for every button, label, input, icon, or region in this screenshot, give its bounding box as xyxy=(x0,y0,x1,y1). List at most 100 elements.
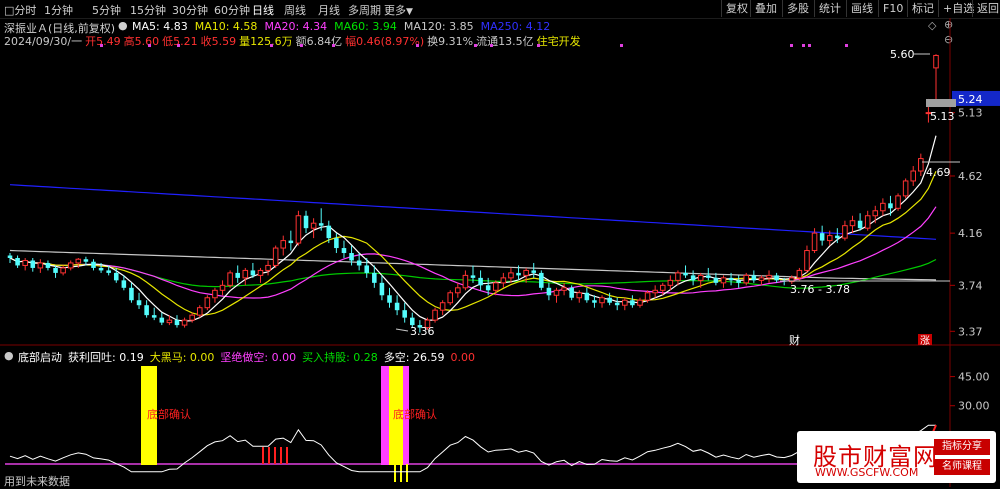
candle-body xyxy=(880,202,886,212)
candle-body xyxy=(811,232,818,252)
candle-body xyxy=(53,267,58,273)
candle-body xyxy=(219,284,226,291)
candle-body xyxy=(644,292,651,301)
red-signal-bar xyxy=(268,447,270,464)
candle-body xyxy=(872,210,879,217)
candle-body xyxy=(7,255,13,258)
candle-body xyxy=(318,223,324,226)
candle-body xyxy=(697,274,704,281)
candle-body xyxy=(432,309,438,321)
candle-body xyxy=(144,305,149,316)
candle-body xyxy=(30,260,36,268)
kline-chart[interactable]: 5.13 4.62 4.16 3.74 3.37 5.24 5.60 5.13 4.69 3.76… xyxy=(0,0,1000,487)
candle-body xyxy=(341,248,347,254)
candle-body xyxy=(888,203,893,209)
candle-body xyxy=(819,233,825,241)
candle-body xyxy=(485,285,491,291)
event-dot xyxy=(474,44,477,47)
candle-body xyxy=(280,240,287,249)
candle-body xyxy=(235,272,240,278)
candle-body xyxy=(902,180,909,197)
annotation-level: 4.69 xyxy=(926,166,951,179)
candle-body xyxy=(683,272,688,276)
candle-body xyxy=(129,287,134,301)
candle-body xyxy=(402,310,407,318)
candle-body xyxy=(736,280,741,283)
event-dot xyxy=(808,44,811,47)
candle-body xyxy=(204,297,211,309)
event-dot xyxy=(845,44,848,47)
candle-body xyxy=(864,215,871,229)
candle-body xyxy=(310,222,317,229)
candle-body xyxy=(272,247,279,266)
candle-body xyxy=(690,275,696,281)
candle-body xyxy=(174,320,180,326)
candle-body xyxy=(637,299,643,306)
candle-body xyxy=(796,269,803,279)
annotation-low: 3.36 xyxy=(410,325,435,338)
candle-body xyxy=(849,220,856,227)
candle-body xyxy=(523,269,529,276)
candle-body xyxy=(584,292,590,301)
finance-marker: 财 xyxy=(789,333,800,347)
limit-up-marker: 涨 xyxy=(920,335,930,347)
y-tick-label: 3.74 xyxy=(958,279,983,292)
candle-body xyxy=(706,275,711,278)
yellow-signal-bar xyxy=(400,464,402,482)
candle-body xyxy=(500,277,507,284)
candle-body xyxy=(15,257,20,266)
candle-body xyxy=(539,272,544,288)
candle-body xyxy=(257,269,264,276)
candle-body xyxy=(659,284,666,291)
candle-body xyxy=(895,195,901,209)
candle-body xyxy=(607,297,612,303)
candle-body xyxy=(720,277,727,284)
candle-body xyxy=(774,275,779,281)
event-dot xyxy=(802,44,805,47)
candle-body xyxy=(37,262,44,269)
price-tag-label: 5.24 xyxy=(958,93,983,106)
candle-body xyxy=(334,238,339,249)
candle-body xyxy=(857,220,863,229)
candle-body xyxy=(553,289,560,296)
candle-body xyxy=(372,272,377,283)
candle-body xyxy=(561,287,567,291)
candle-body xyxy=(516,272,521,276)
candle-body xyxy=(159,317,165,323)
candle-body xyxy=(630,300,635,306)
annotation-gap: 5.13 xyxy=(930,110,955,123)
candle-body xyxy=(622,299,628,306)
annotation-low-pointer xyxy=(395,328,409,332)
candle-body xyxy=(462,274,469,289)
candle-body xyxy=(455,287,461,294)
annotation-support: 3.76 - 3.78 xyxy=(790,283,850,296)
candle-body xyxy=(295,215,302,244)
candle-body xyxy=(67,262,74,269)
candle-body xyxy=(106,270,111,273)
candle-body xyxy=(227,272,233,286)
event-dot xyxy=(177,44,180,47)
signal-label-2: 底部确认 xyxy=(393,407,437,421)
y-tick-label: 4.62 xyxy=(958,170,983,183)
candle-body xyxy=(751,275,757,281)
red-signal-bar xyxy=(262,447,264,464)
candle-body xyxy=(842,225,848,239)
candle-body xyxy=(546,287,552,296)
candle-body xyxy=(121,280,127,288)
signal-label-1: 底部确认 xyxy=(147,407,191,421)
red-signal-bar xyxy=(274,447,276,464)
candle-body xyxy=(83,259,89,262)
gap-marker xyxy=(926,99,956,107)
candle-body xyxy=(151,315,157,318)
candle-body xyxy=(492,282,499,291)
event-dot xyxy=(620,44,623,47)
candle-body xyxy=(113,272,119,281)
y-tick-label: 5.13 xyxy=(958,107,983,120)
candle-body xyxy=(410,317,415,326)
candle-body xyxy=(766,274,772,279)
candle-body xyxy=(569,287,574,298)
candle-body xyxy=(22,259,28,266)
event-dot xyxy=(416,44,419,47)
red-signal-bar xyxy=(286,447,288,464)
candle-body xyxy=(136,300,142,306)
